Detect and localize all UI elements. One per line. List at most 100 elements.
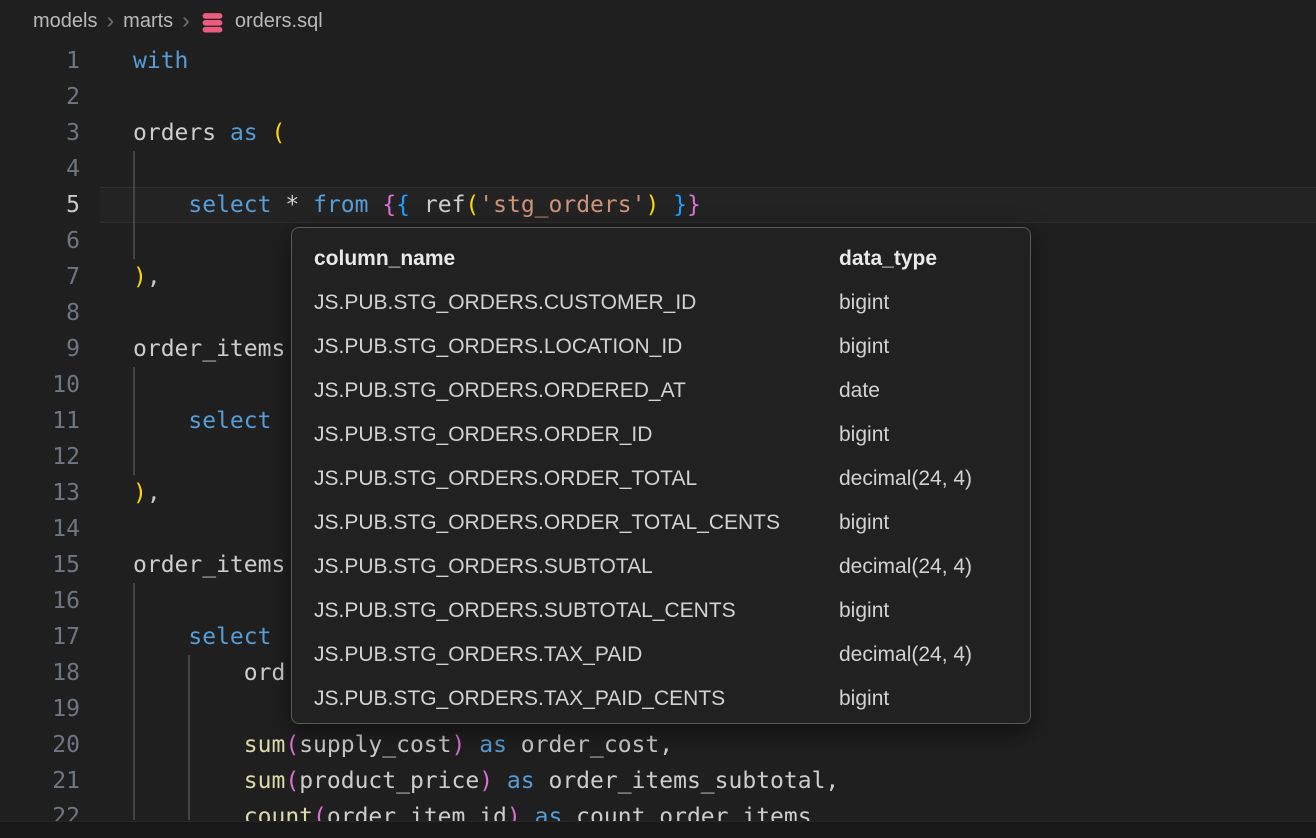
code-line[interactable]: 2 xyxy=(0,79,1316,115)
line-number[interactable]: 11 xyxy=(0,403,80,439)
code-token: product_price xyxy=(299,768,479,794)
code-token xyxy=(271,192,285,218)
code-line-content: sum(supply_cost) as order_cost, xyxy=(80,727,673,763)
code-token: ) xyxy=(645,192,659,218)
code-line[interactable]: 5 select * from {{ ref('stg_orders') }} xyxy=(0,187,1316,223)
line-number[interactable]: 9 xyxy=(0,331,80,367)
code-token: as xyxy=(230,120,258,146)
tooltip-header-data-type: data_type xyxy=(839,237,937,281)
code-line-content: ), xyxy=(80,475,161,511)
code-line-content: ord xyxy=(80,655,285,691)
breadcrumb-item-marts[interactable]: marts xyxy=(123,10,173,33)
line-number[interactable]: 14 xyxy=(0,511,80,547)
line-number[interactable]: 7 xyxy=(0,259,80,295)
tooltip-column-row: JS.PUB.STG_ORDERS.CUSTOMER_IDbigint xyxy=(292,281,1030,325)
code-token: select xyxy=(188,624,271,650)
tooltip-column-row: JS.PUB.STG_ORDERS.ORDER_IDbigint xyxy=(292,413,1030,457)
code-token: as xyxy=(507,768,535,794)
code-line-content xyxy=(80,223,133,259)
code-line[interactable]: 1with xyxy=(0,43,1316,79)
column-name-cell: JS.PUB.STG_ORDERS.TAX_PAID xyxy=(314,643,642,666)
line-number[interactable]: 3 xyxy=(0,115,80,151)
chevron-right-icon: › xyxy=(182,9,190,32)
code-token xyxy=(258,120,272,146)
editor-bottom-edge xyxy=(0,821,1316,838)
code-line[interactable]: 3orders as ( xyxy=(0,115,1316,151)
data-type-cell: bigint xyxy=(839,677,889,721)
line-number[interactable]: 17 xyxy=(0,619,80,655)
column-name-cell: JS.PUB.STG_ORDERS.ORDER_ID xyxy=(314,423,652,446)
line-number[interactable]: 19 xyxy=(0,691,80,727)
line-number[interactable]: 1 xyxy=(0,43,80,79)
line-number[interactable]: 6 xyxy=(0,223,80,259)
breadcrumb-item-models[interactable]: models xyxy=(33,10,97,33)
line-number[interactable]: 15 xyxy=(0,547,80,583)
column-info-tooltip: column_name data_type JS.PUB.STG_ORDERS.… xyxy=(291,227,1031,724)
code-token: order_items_subtotal, xyxy=(535,768,840,794)
data-type-cell: bigint xyxy=(839,325,889,369)
data-type-cell: bigint xyxy=(839,281,889,325)
line-number[interactable]: 20 xyxy=(0,727,80,763)
indent-guide xyxy=(133,151,135,259)
code-token: ref xyxy=(410,192,465,218)
code-token: from xyxy=(313,192,368,218)
code-token: orders xyxy=(133,120,230,146)
indent-guide xyxy=(188,655,190,820)
code-line-content xyxy=(80,367,133,403)
data-type-cell: bigint xyxy=(839,501,889,545)
column-name-cell: JS.PUB.STG_ORDERS.TAX_PAID_CENTS xyxy=(314,687,725,710)
code-token: as xyxy=(479,732,507,758)
code-line-content: order_items xyxy=(80,547,285,583)
code-token: order_cost, xyxy=(507,732,673,758)
line-number[interactable]: 12 xyxy=(0,439,80,475)
line-number[interactable]: 10 xyxy=(0,367,80,403)
code-token xyxy=(493,768,507,794)
code-token xyxy=(299,192,313,218)
column-name-cell: JS.PUB.STG_ORDERS.SUBTOTAL xyxy=(314,555,653,578)
tooltip-column-row: JS.PUB.STG_ORDERS.ORDER_TOTAL_CENTS bigin… xyxy=(292,501,1030,545)
data-type-cell: decimal(24, 4) xyxy=(839,633,972,677)
code-line[interactable]: 4 xyxy=(0,151,1316,187)
code-token: ( xyxy=(465,192,479,218)
column-name-cell: JS.PUB.STG_ORDERS.SUBTOTAL_CENTS xyxy=(314,599,736,622)
code-line-content: sum(product_price) as order_items_subtot… xyxy=(80,763,839,799)
line-number[interactable]: 2 xyxy=(0,79,80,115)
code-line-content: order_items xyxy=(80,331,285,367)
code-line-content: orders as ( xyxy=(80,115,285,151)
tooltip-header-row: column_name data_type xyxy=(292,237,1030,281)
line-number[interactable]: 5 xyxy=(0,187,80,223)
code-token xyxy=(133,192,188,218)
column-name-cell: JS.PUB.STG_ORDERS.ORDER_TOTAL_CENTS xyxy=(314,511,780,534)
breadcrumb-item-file[interactable]: orders.sql xyxy=(235,10,323,33)
line-number[interactable]: 4 xyxy=(0,151,80,187)
code-token: ord xyxy=(133,660,285,686)
tooltip-header-column-name: column_name xyxy=(314,247,455,270)
indent-guide xyxy=(133,583,135,820)
editor-screen: models › marts › orders.sql 1with23order… xyxy=(0,0,1316,838)
code-line-content xyxy=(80,151,133,187)
code-token: ) xyxy=(452,732,466,758)
tooltip-column-row: JS.PUB.STG_ORDERS.SUBTOTALdecimal(24, 4) xyxy=(292,545,1030,589)
database-icon xyxy=(199,10,226,35)
code-token: * xyxy=(285,192,299,218)
line-number[interactable]: 21 xyxy=(0,763,80,799)
line-number[interactable]: 13 xyxy=(0,475,80,511)
code-token: order_items xyxy=(133,552,285,578)
data-type-cell: bigint xyxy=(839,589,889,633)
code-line[interactable]: 20 sum(supply_cost) as order_cost, xyxy=(0,727,1316,763)
code-line-content: select xyxy=(80,619,271,655)
code-token: select xyxy=(188,192,271,218)
code-token: ( xyxy=(272,120,286,146)
line-number[interactable]: 18 xyxy=(0,655,80,691)
code-line-content xyxy=(80,439,133,475)
line-number[interactable]: 8 xyxy=(0,295,80,331)
breadcrumb: models › marts › orders.sql xyxy=(0,0,1316,43)
code-token: } xyxy=(687,192,701,218)
line-number[interactable]: 16 xyxy=(0,583,80,619)
code-line-content: with xyxy=(80,43,188,79)
code-token: ) xyxy=(133,264,147,290)
data-type-cell: date xyxy=(839,369,880,413)
code-line[interactable]: 21 sum(product_price) as order_items_sub… xyxy=(0,763,1316,799)
code-token: ) xyxy=(133,480,147,506)
tooltip-column-row: JS.PUB.STG_ORDERS.SUBTOTAL_CENTS bigint xyxy=(292,589,1030,633)
